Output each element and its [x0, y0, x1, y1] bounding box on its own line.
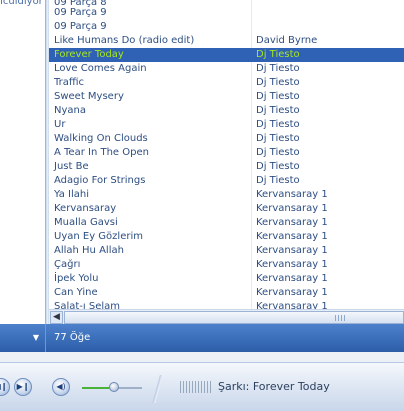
track-title: Can Yine: [54, 287, 98, 298]
view-dropdown[interactable]: ▼: [0, 324, 46, 352]
track-artist: Dj Tiesto: [256, 133, 300, 144]
track-title: Adagio For Strings: [54, 175, 146, 186]
track-row[interactable]: Ur Dj Tiesto: [49, 118, 404, 132]
speaker-icon: ◀): [56, 382, 66, 391]
track-row[interactable]: 09 Parça 9: [49, 20, 404, 34]
track-row[interactable]: Sweet Mysery Dj Tiesto: [49, 90, 404, 104]
track-row[interactable]: Allah Hu Allah Kervansaray 1: [49, 244, 404, 258]
previous-icon: ◀❙: [0, 382, 8, 391]
next-icon: ▶❙: [16, 382, 30, 391]
track-artist: Kervansaray 1: [256, 217, 328, 228]
now-playing-label: Şarkı: Forever Today: [218, 380, 330, 393]
track-artist: Dj Tiesto: [256, 63, 300, 74]
track-title: Kervansaray: [54, 203, 117, 214]
track-artist: Dj Tiesto: [256, 161, 300, 172]
track-artist: Kervansaray 1: [256, 203, 328, 214]
track-title: Çağrı: [54, 259, 81, 270]
track-title: Walking On Clouds: [54, 133, 148, 144]
horizontal-scrollbar[interactable]: ◀: [49, 309, 404, 325]
track-row[interactable]: Walking On Clouds Dj Tiesto: [49, 132, 404, 146]
mute-button[interactable]: ◀): [52, 378, 70, 396]
library-tree-partial-label: alculdiyor: [0, 0, 43, 7]
track-row[interactable]: A Tear In The Open Dj Tiesto: [49, 146, 404, 160]
track-row[interactable]: İpek Yolu Kervansaray 1: [49, 272, 404, 286]
track-row[interactable]: Adagio For Strings Dj Tiesto: [49, 174, 404, 188]
track-row[interactable]: Like Humans Do (radio edit) David Byrne: [49, 34, 404, 48]
track-row[interactable]: Çağrı Kervansaray 1: [49, 258, 404, 272]
track-artist: Dj Tiesto: [256, 105, 300, 116]
divider: [152, 375, 164, 403]
track-title: Like Humans Do (radio edit): [54, 35, 195, 46]
track-row[interactable]: Uyan Ey Gözlerim Kervansaray 1: [49, 230, 404, 244]
track-artist: Dj Tiesto: [256, 91, 300, 102]
separator-strip: [0, 352, 404, 362]
track-row[interactable]: Mualla Gavsi Kervansaray 1: [49, 216, 404, 230]
track-artist: Dj Tiesto: [256, 77, 300, 88]
track-row[interactable]: Salat-ı Selam Kervansaray 1: [49, 300, 404, 309]
track-artist: Dj Tiesto: [256, 49, 300, 60]
track-artist: Kervansaray 1: [256, 287, 328, 298]
track-artist: Kervansaray 1: [256, 259, 328, 270]
track-title: Ya Ilahi: [54, 189, 90, 200]
track-title: Nyana: [54, 105, 86, 116]
track-title: Just Be: [54, 161, 89, 172]
track-row-selected[interactable]: Forever Today Dj Tiesto: [49, 48, 404, 62]
scrollbar-thumb[interactable]: [64, 311, 404, 324]
track-title: Love Comes Again: [54, 63, 147, 74]
track-title: A Tear In The Open: [54, 147, 149, 158]
track-title: Sweet Mysery: [54, 91, 124, 102]
visualizer-icon: [180, 381, 212, 393]
track-artist: Kervansaray 1: [256, 273, 328, 284]
track-title: İpek Yolu: [54, 273, 99, 284]
track-row[interactable]: Love Comes Again Dj Tiesto: [49, 62, 404, 76]
status-bar: ▼ 77 Öğe: [0, 324, 404, 352]
track-row[interactable]: Traffic Dj Tiesto: [49, 76, 404, 90]
track-artist: Dj Tiesto: [256, 175, 300, 186]
track-artist: Kervansaray 1: [256, 231, 328, 242]
track-title: Uyan Ey Gözlerim: [54, 231, 143, 242]
track-title: Ur: [54, 119, 66, 130]
track-artist: Kervansaray 1: [256, 189, 328, 200]
scrollbar-grip-icon: [335, 315, 345, 321]
item-count: 77 Öğe: [54, 332, 91, 343]
track-artist: Kervansaray 1: [256, 245, 328, 256]
track-row[interactable]: Can Yine Kervansaray 1: [49, 286, 404, 300]
library-tree-pane[interactable]: alculdiyor: [0, 0, 46, 324]
track-title: Allah Hu Allah: [54, 245, 124, 256]
volume-knob[interactable]: [109, 382, 119, 392]
track-title: Mualla Gavsi: [54, 217, 118, 228]
track-title: 09 Parça 9: [54, 7, 107, 18]
track-row[interactable]: 09 Parça 9: [49, 6, 404, 20]
track-artist: David Byrne: [256, 35, 318, 46]
next-button[interactable]: ▶❙: [14, 378, 32, 396]
track-title: Traffic: [54, 77, 85, 88]
track-title: Forever Today: [54, 49, 124, 60]
track-title: 09 Parça 9: [54, 21, 107, 32]
track-title: Salat-ı Selam: [54, 301, 121, 309]
player-controls: ◀❙ ▶❙ ◀) Şarkı: Forever Today: [0, 362, 404, 411]
track-list[interactable]: 09 Parça 8 09 Parça 9 09 Parça 9 Like Human…: [49, 0, 404, 309]
track-artist: Dj Tiesto: [256, 119, 300, 130]
track-artist: Dj Tiesto: [256, 147, 300, 158]
track-artist: Kervansaray 1: [256, 301, 328, 309]
scroll-left-arrow-icon[interactable]: ◀: [50, 311, 63, 324]
dropdown-arrow-icon: ▼: [32, 333, 39, 342]
volume-slider[interactable]: [82, 381, 146, 395]
track-row[interactable]: Kervansaray Kervansaray 1: [49, 202, 404, 216]
track-row[interactable]: Ya Ilahi Kervansaray 1: [49, 188, 404, 202]
previous-button[interactable]: ◀❙: [0, 378, 10, 396]
track-row[interactable]: Nyana Dj Tiesto: [49, 104, 404, 118]
track-row[interactable]: Just Be Dj Tiesto: [49, 160, 404, 174]
